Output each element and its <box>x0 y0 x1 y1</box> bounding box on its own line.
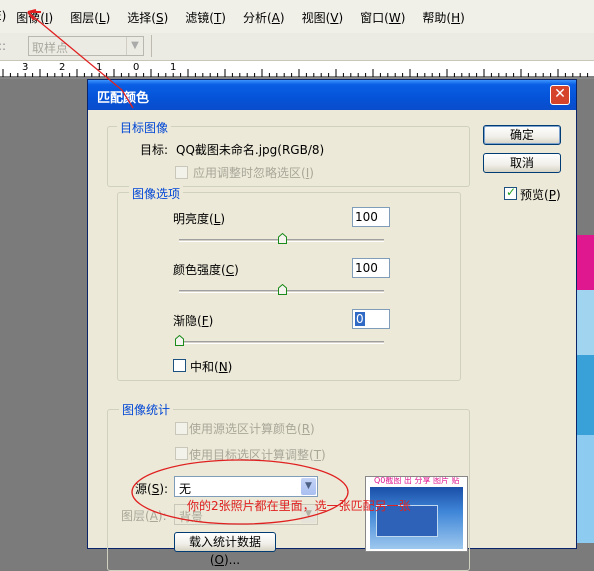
ignore-selection-checkbox[interactable] <box>175 166 188 179</box>
match-color-dialog: 匹配颜色 ✕ 目标图像 目标: QQ截图未命名.jpg(RGB/8) 应用调整时… <box>87 79 577 571</box>
luminance-label: 明亮度(L) <box>173 212 226 226</box>
source-select-value: 无 <box>179 482 192 496</box>
ruler-label: 0 <box>133 62 140 73</box>
use-source-selection-checkbox[interactable] <box>175 422 188 435</box>
luminance-slider-thumb[interactable] <box>277 233 287 244</box>
dialog-title: 匹配颜色 <box>97 91 150 106</box>
checkmark-icon: ✓ <box>506 185 517 199</box>
neutralize-label: 中和(N) <box>190 360 233 374</box>
sample-size-select[interactable]: 取样点 ▼ <box>28 36 144 56</box>
ruler-ticks <box>0 69 594 78</box>
preview-checkbox[interactable]: ✓ <box>504 185 517 200</box>
preview-header: Q0截图 出 分享 图片 贴 <box>366 477 467 486</box>
fade-slider-thumb[interactable] <box>175 335 184 346</box>
preview-label: 预览(P) <box>520 188 561 202</box>
fade-input-value: 0 <box>355 312 365 326</box>
options-label-fragment: :: <box>0 39 7 53</box>
menu-item[interactable]: 分析(A) <box>243 9 285 26</box>
source-select[interactable]: 无 ▼ <box>174 476 318 497</box>
chevron-down-icon: ▼ <box>301 478 316 495</box>
menu-item[interactable]: E) <box>0 9 6 26</box>
horizontal-ruler: 3 2 1 0 1 <box>0 61 594 79</box>
luminance-input[interactable]: 100 <box>352 207 390 227</box>
cancel-button[interactable]: 取消 <box>483 153 561 173</box>
fade-label: 渐隐(F) <box>173 314 214 328</box>
chevron-down-icon: ▼ <box>126 37 143 55</box>
ruler-label: 1 <box>170 62 177 73</box>
target-group-label: 目标图像 <box>117 119 172 136</box>
statistics-group-label: 图像统计 <box>119 401 174 418</box>
image-options-group <box>117 192 461 381</box>
menu-item[interactable]: 选择(S) <box>127 9 168 26</box>
color-intensity-input[interactable]: 100 <box>352 258 390 278</box>
source-label: 源(S): <box>135 482 169 496</box>
target-value: QQ截图未命名.jpg(RGB/8) <box>176 143 325 157</box>
options-bar: :: 取样点 ▼ <box>0 33 594 61</box>
sample-size-value: 取样点 <box>32 41 69 55</box>
neutralize-checkbox[interactable] <box>173 359 186 372</box>
toolbar-separator <box>151 35 152 57</box>
use-target-selection-checkbox[interactable] <box>175 447 188 460</box>
target-label: 目标: <box>140 143 169 157</box>
source-preview-thumbnail: Q0截图 出 分享 图片 贴 <box>365 476 468 552</box>
preview-header-text: Q0截图 出 分享 图片 贴 <box>374 476 460 485</box>
use-target-selection-label: 使用目标选区计算调整(T) <box>189 448 326 462</box>
menu-bar: E) 图像(I) 图层(L) 选择(S) 滤镜(T) 分析(A) 视图(V) 窗口(W) 帮助(… <box>0 0 594 34</box>
menu-item[interactable]: 窗口(W) <box>360 9 405 26</box>
load-statistics-button[interactable]: 载入统计数据(O)... <box>174 532 276 567</box>
annotation-text: 你的2张照片都在里面，选一张匹配另一张 <box>187 499 411 513</box>
color-intensity-slider-thumb[interactable] <box>277 284 287 295</box>
menu-items: E) 图像(I) 图层(L) 选择(S) 滤镜(T) 分析(A) 视图(V) 窗口(W) 帮助(… <box>0 9 482 26</box>
menu-item[interactable]: 帮助(H) <box>422 9 464 26</box>
close-button[interactable]: ✕ <box>550 85 570 105</box>
use-source-selection-label: 使用源选区计算颜色(R) <box>189 422 315 436</box>
ruler-label: 3 <box>22 62 29 73</box>
menu-item[interactable]: 图像(I) <box>16 9 53 26</box>
dialog-titlebar[interactable]: 匹配颜色 ✕ <box>88 80 576 110</box>
ignore-selection-label: 应用调整时忽略选区(I) <box>193 166 314 180</box>
layer-label: 图层(A): <box>121 509 167 523</box>
ok-button[interactable]: 确定 <box>483 125 561 145</box>
menu-item[interactable]: 图层(L) <box>70 9 110 26</box>
fade-input[interactable]: 0 <box>352 309 390 329</box>
options-group-label: 图像选项 <box>129 185 184 202</box>
menu-item[interactable]: 滤镜(T) <box>185 9 226 26</box>
ruler-label: 2 <box>59 62 66 73</box>
close-icon: ✕ <box>554 86 566 102</box>
fade-slider[interactable] <box>179 341 384 344</box>
document-image <box>575 235 594 543</box>
color-intensity-label: 颜色强度(C) <box>173 263 239 277</box>
menu-item[interactable]: 视图(V) <box>302 9 344 26</box>
ruler-label: 1 <box>96 62 103 73</box>
